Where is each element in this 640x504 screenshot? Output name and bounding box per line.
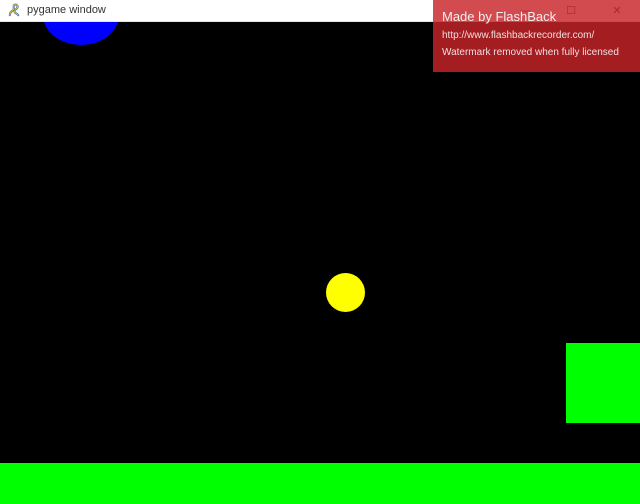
pygame-snake-icon	[8, 3, 20, 17]
yellow-ball	[326, 273, 365, 312]
watermark-notice: Watermark removed when fully licensed	[442, 47, 619, 58]
blue-ball	[43, 21, 119, 45]
ground-platform	[0, 463, 640, 504]
pygame-window: pygame window — ☐ ✕ Made by FlashBack ht…	[0, 0, 640, 504]
green-block	[566, 343, 640, 423]
watermark-title: Made by FlashBack	[442, 9, 557, 24]
window-title: pygame window	[27, 4, 106, 16]
watermark-url: http://www.flashbackrecorder.com/	[442, 30, 595, 41]
flashback-watermark: Made by FlashBack http://www.flashbackre…	[433, 0, 640, 72]
game-canvas[interactable]	[0, 21, 640, 504]
